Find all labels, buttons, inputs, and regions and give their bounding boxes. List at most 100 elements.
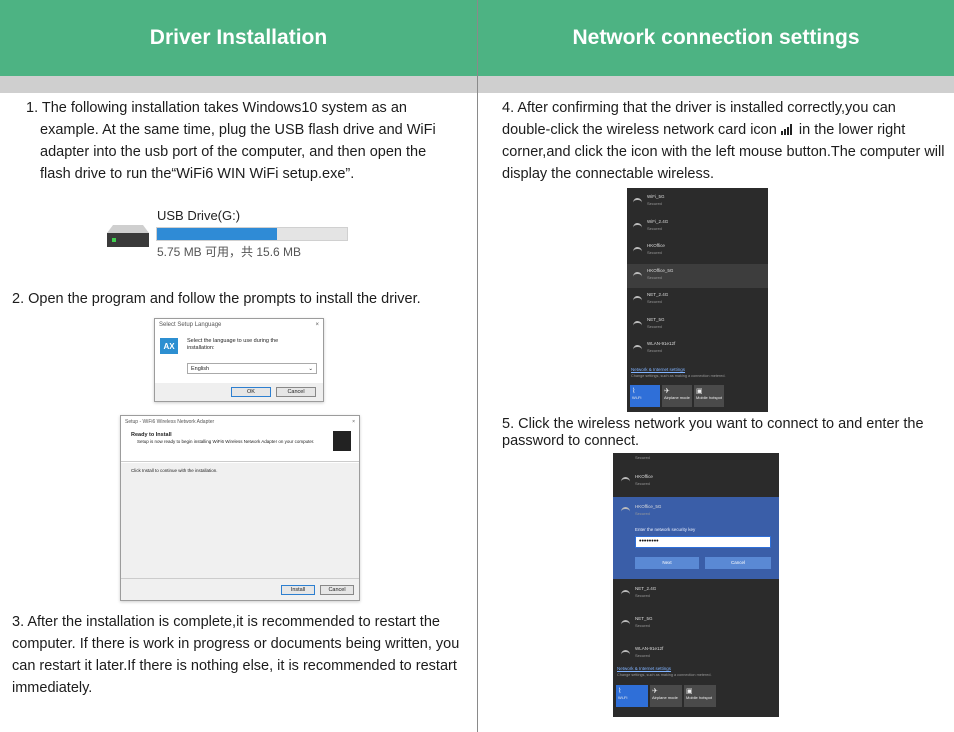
step-3-text: 3. After the installation is complete,it…: [12, 614, 460, 696]
wifi-signal-icon: [621, 650, 630, 657]
close-icon[interactable]: ×: [352, 419, 355, 425]
setup-dialog-header: Ready to Install Setup is now ready to b…: [121, 428, 359, 462]
airplane-icon: ✈: [652, 688, 658, 695]
wifi-network-item[interactable]: WLAN-91e12f Secured: [627, 337, 768, 362]
ax-logo: AX: [160, 338, 178, 354]
network-settings-header: Network connection settings: [478, 0, 954, 76]
driver-installation-title: Driver Installation: [149, 26, 328, 49]
language-dialog-title: Select Setup Language: [159, 322, 222, 328]
quick-tile-label: Mobile hotspot: [696, 395, 723, 400]
wifi-network-item[interactable]: WLAN-91e12f Secured: [613, 639, 779, 669]
network-settings-hint: Change settings, such as making a connec…: [617, 673, 712, 677]
wifi-network-name: HKOffice: [635, 474, 653, 479]
quick-tile-wifi[interactable]: ⌇ Wi-Fi: [630, 385, 660, 407]
language-prompt: Select the language to use during the in…: [187, 338, 279, 351]
network-settings-link[interactable]: Network & Internet settings: [617, 666, 671, 671]
wifi-icon: ⌇: [632, 388, 636, 395]
driver-installation-column: Driver Installation 1. The following ins…: [0, 0, 477, 732]
wifi-icon: ⌇: [618, 688, 622, 695]
cancel-button[interactable]: Cancel: [705, 557, 771, 569]
wifi-network-item[interactable]: WiFi_2.4G Secured: [627, 215, 768, 240]
setup-dialog-titlebar: Setup - WiFi6 Wireless Network Adapter ×: [121, 416, 359, 428]
wireless-signal-icon: [780, 124, 792, 135]
quick-tile-label: Wi-Fi: [618, 695, 628, 700]
wifi-network-name: HKOffice_5G: [635, 504, 662, 509]
security-key-input[interactable]: ••••••••: [635, 536, 771, 548]
quick-tile-label: Airplane mode: [664, 395, 690, 400]
wifi-network-status: Secured: [647, 225, 662, 231]
wifi-network-status: Secured: [635, 653, 650, 658]
driver-installation-header: Driver Installation: [0, 0, 477, 76]
quick-tile-label: Mobile hotspot: [686, 695, 713, 700]
wifi-network-item[interactable]: WiFi_5G Secured: [627, 190, 768, 215]
wifi-network-status: Secured: [635, 481, 650, 486]
cancel-button[interactable]: Cancel: [320, 585, 354, 595]
quick-tile-label: Wi-Fi: [632, 395, 642, 400]
usb-capacity-fill: [157, 228, 277, 240]
language-dialog-footer: OK Cancel: [155, 383, 323, 401]
header-subbar: [478, 76, 954, 93]
quick-tile-mobile-hotspot[interactable]: ▣ Mobile hotspot: [684, 685, 716, 707]
wifi-signal-icon: [621, 590, 630, 597]
wifi-network-status: Secured: [635, 455, 650, 460]
wifi-network-name: HKOffice: [647, 243, 665, 248]
quick-tile-airplane[interactable]: ✈ Airplane mode: [662, 385, 692, 407]
setup-heading: Ready to Install: [131, 432, 172, 438]
quick-tile-wifi[interactable]: ⌇ Wi-Fi: [616, 685, 648, 707]
wifi-network-name: NET_5G: [647, 316, 665, 322]
step-5-text: 5. Click the wireless network you want t…: [502, 416, 924, 449]
wifi-network-item[interactable]: NET_5G Secured: [627, 313, 768, 338]
wifi-network-item[interactable]: HKOffice_5G Secured: [627, 263, 768, 288]
header-subbar: [0, 76, 477, 93]
airplane-icon: ✈: [664, 388, 670, 395]
wifi-network-name: NET_2.4G: [647, 292, 669, 297]
network-settings-title: Network connection settings: [572, 26, 860, 49]
wifi-network-status: Secured: [647, 348, 662, 353]
wifi-signal-icon: [621, 477, 630, 484]
usb-drive-name: USB Drive(G:): [157, 208, 241, 223]
wifi-network-status: Secured: [647, 201, 662, 206]
setup-body-text: Click Install to continue with the insta…: [131, 468, 218, 473]
setup-logo-icon: [333, 431, 351, 451]
wifi-network-name: NET_5G: [635, 616, 653, 621]
selected-wifi-network[interactable]: HKOffice_5G Secured Enter the network secu…: [613, 497, 779, 579]
wifi-signal-icon: [621, 620, 630, 627]
wifi-network-name: WiFi_5G: [647, 194, 665, 199]
language-dialog: Select Setup Language × AX Select the la…: [154, 318, 324, 402]
setup-description: Setup is now ready to begin installing W…: [137, 439, 315, 444]
wifi-network-item[interactable]: HKOffice Secured: [613, 467, 779, 495]
language-selected-value: English: [191, 366, 210, 372]
wifi-connect-panel: Secured HKOffice Secured HKOffice_5G Secured…: [613, 453, 779, 717]
wifi-signal-icon: [633, 247, 642, 254]
wifi-network-item[interactable]: NET_2.4G Secured: [613, 579, 779, 609]
wifi-signal-icon: [633, 345, 642, 352]
wifi-network-name: HKOffice_5G: [647, 267, 674, 273]
ok-button[interactable]: OK: [231, 387, 271, 397]
close-icon[interactable]: ×: [315, 322, 319, 329]
wifi-network-status: Secured: [647, 299, 662, 304]
wifi-network-item[interactable]: NET_2.4G Secured: [627, 288, 768, 313]
wifi-signal-icon: [621, 507, 630, 514]
wifi-network-status: Secured: [647, 323, 662, 329]
wifi-network-name: WiFi_2.4G: [647, 218, 669, 224]
wifi-network-item[interactable]: NET_5G Secured: [613, 609, 779, 639]
install-button[interactable]: Install: [281, 585, 315, 595]
next-button[interactable]: Next: [635, 557, 699, 569]
quick-tile-label: Airplane mode: [652, 695, 678, 700]
wifi-network-name: NET_2.4G: [635, 586, 657, 591]
wifi-signal-icon: [633, 271, 642, 279]
wifi-network-panel: WiFi_5G Secured WiFi_2.4G Secured HKOffice Se…: [627, 188, 768, 412]
usb-drive-size: 5.75 MB 可用，共 15.6 MB: [157, 245, 302, 259]
wifi-network-item[interactable]: HKOffice Secured: [627, 239, 768, 264]
language-select[interactable]: English ⌄: [187, 363, 317, 374]
step-4-text: 4. After confirming that the driver is i…: [502, 97, 947, 185]
step-2-text: 2. Open the program and follow the promp…: [12, 291, 421, 307]
setup-dialog-title: Setup - WiFi6 Wireless Network Adapter: [125, 419, 215, 425]
quick-tile-mobile-hotspot[interactable]: ▣ Mobile hotspot: [694, 385, 724, 407]
cancel-button[interactable]: Cancel: [276, 387, 316, 397]
wifi-signal-icon: [633, 198, 642, 205]
network-settings-link[interactable]: Network & Internet settings: [631, 367, 685, 372]
step-1-text: 1. The following installation takes Wind…: [26, 100, 436, 182]
quick-tile-airplane[interactable]: ✈ Airplane mode: [650, 685, 682, 707]
mobile-hotspot-icon: ▣: [686, 688, 693, 695]
